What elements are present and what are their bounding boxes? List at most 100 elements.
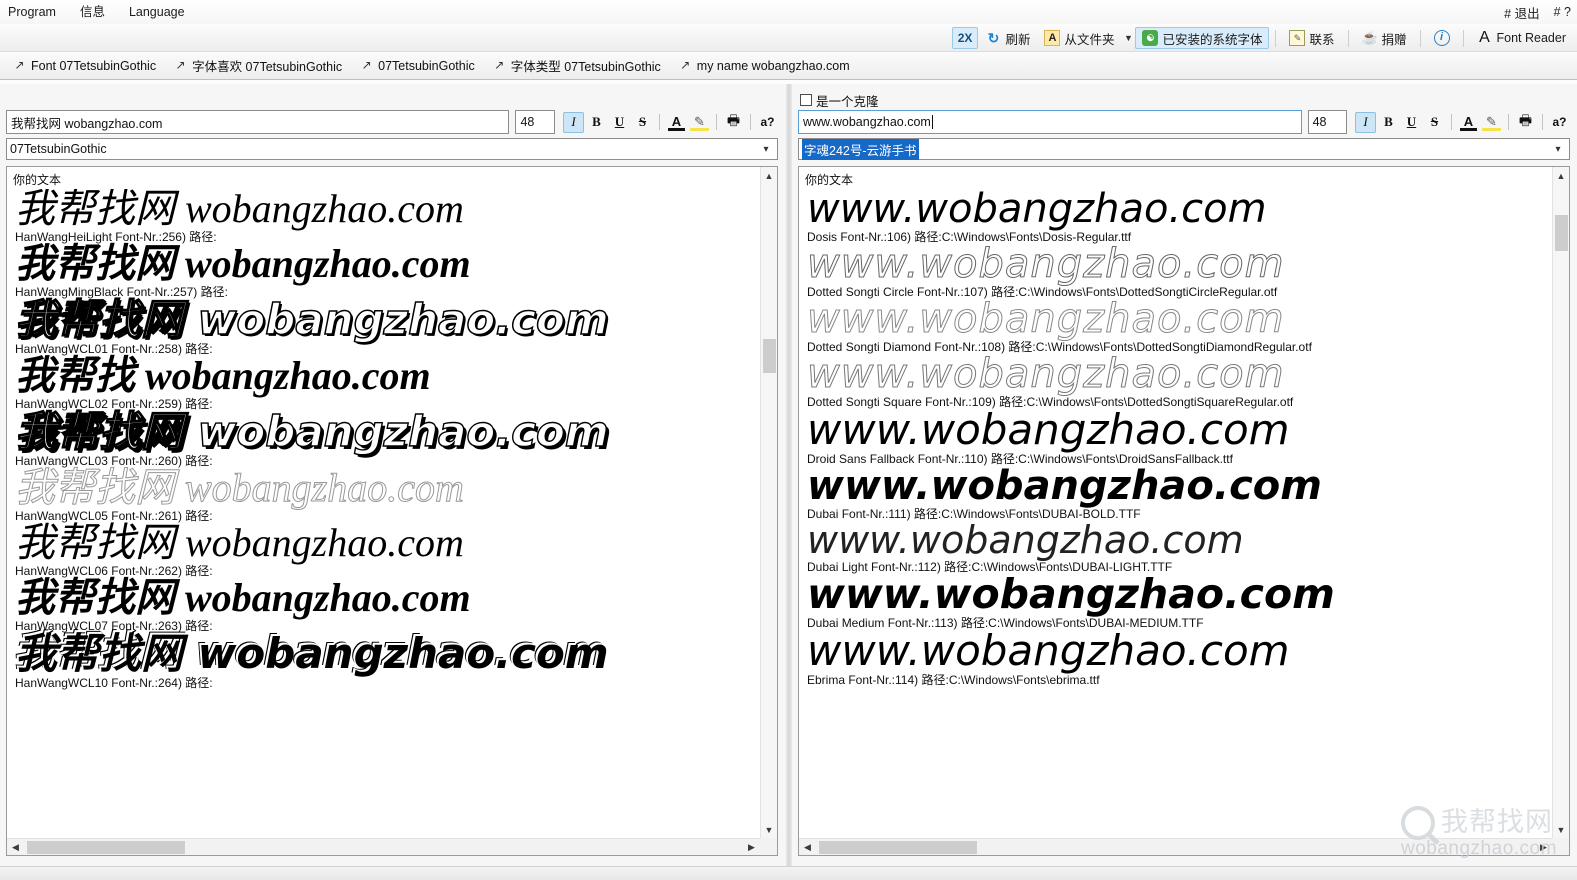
- right-list-horizontal-scrollbar[interactable]: ◀ ▶: [799, 838, 1552, 855]
- right-strikethrough-button[interactable]: S: [1424, 112, 1445, 133]
- tab-label: 字体类型 07TetsubinGothic: [510, 60, 661, 74]
- right-font-size-input[interactable]: 48: [1307, 110, 1347, 134]
- from-folder-button[interactable]: A 从文件夹: [1037, 27, 1121, 49]
- info-button[interactable]: i: [1427, 27, 1457, 49]
- list-item[interactable]: 我帮找网 wobangzhao.com HanWangWCL06 Font-Nr…: [7, 523, 760, 579]
- menu-item-program[interactable]: Program: [0, 2, 68, 22]
- clone-checkbox[interactable]: [800, 94, 812, 106]
- left-font-combo[interactable]: 07TetsubinGothic ▾: [6, 138, 778, 160]
- format-divider: [716, 114, 717, 130]
- tab-label: Font 07TetsubinGothic: [31, 58, 157, 73]
- zoom-2x-button[interactable]: 2X: [951, 27, 979, 49]
- right-vertical-scroll-thumb[interactable]: [1555, 215, 1568, 251]
- font-sample-text: www.wobangzhao.com: [807, 189, 1267, 232]
- right-print-button[interactable]: 🖶: [1515, 112, 1536, 133]
- tab-fonttype-07tetsubingothic[interactable]: ↗ 字体类型 07TetsubinGothic: [484, 53, 670, 79]
- tab-font-07tetsubingothic[interactable]: ↗ Font 07TetsubinGothic: [4, 53, 165, 79]
- left-font-size-value: 48: [520, 115, 535, 129]
- left-italic-button[interactable]: I: [563, 111, 584, 133]
- scroll-right-icon[interactable]: ▶: [743, 839, 760, 855]
- left-vertical-scroll-thumb[interactable]: [763, 339, 776, 373]
- left-about-font-button[interactable]: a?: [757, 112, 778, 133]
- chevron-down-icon[interactable]: ▾: [1550, 144, 1566, 155]
- list-item[interactable]: www.wobangzhao.com Dotted Songti Circle …: [799, 244, 1552, 300]
- list-item[interactable]: 我帮找网 wobangzhao.com HanWangMingBlack Fon…: [7, 244, 760, 300]
- right-font-color-button[interactable]: A: [1458, 112, 1479, 133]
- right-list-header: 你的文本: [799, 167, 1569, 189]
- right-sample-text-input[interactable]: www.wobangzhao.com: [798, 110, 1302, 134]
- right-highlight-color-button[interactable]: ✎: [1481, 112, 1502, 133]
- left-horizontal-scroll-thumb[interactable]: [27, 841, 185, 854]
- list-item[interactable]: 我帮找网 wobangzhao.com HanWangWCL07 Font-Nr…: [7, 578, 760, 634]
- menu-item-info[interactable]: 信息: [68, 2, 117, 22]
- left-font-size-input[interactable]: 48: [515, 110, 555, 134]
- chevron-down-icon[interactable]: ▾: [758, 144, 774, 155]
- right-list-body[interactable]: www.wobangzhao.com Dosis Font-Nr.:106) 路…: [799, 189, 1552, 838]
- list-item[interactable]: www.wobangzhao.com Dubai Medium Font-Nr.…: [799, 574, 1552, 631]
- left-highlight-color-button[interactable]: ✎: [689, 112, 710, 133]
- font-sample-text: 我帮找网 wobangzhao.com: [15, 465, 465, 510]
- contact-button[interactable]: ✎ 联系: [1282, 27, 1341, 49]
- list-item[interactable]: www.wobangzhao.com Dotted Songti Square …: [799, 354, 1552, 410]
- clone-checkbox-row[interactable]: 是一个克隆: [800, 90, 879, 110]
- menu-item-language[interactable]: Language: [117, 2, 197, 22]
- left-strikethrough-button[interactable]: S: [632, 112, 653, 133]
- installed-system-fonts-button[interactable]: ☯ 已安装的系统字体: [1135, 27, 1270, 49]
- coffee-cup-icon: ☕: [1361, 30, 1378, 45]
- left-list-body[interactable]: 我帮找网 wobangzhao.com HanWangHeiLight Font…: [7, 189, 760, 838]
- right-underline-button[interactable]: U: [1401, 112, 1422, 133]
- help-button[interactable]: # ?: [1554, 5, 1571, 19]
- left-scroll-corner: [760, 838, 777, 855]
- scroll-left-icon[interactable]: ◀: [799, 839, 816, 855]
- left-font-combo-value: 07TetsubinGothic: [10, 142, 107, 156]
- scroll-down-icon[interactable]: ▼: [761, 821, 777, 838]
- list-item[interactable]: 我帮找网 wobangzhao.com HanWangWCL03 Font-Nr…: [7, 410, 760, 468]
- left-list-vertical-scrollbar[interactable]: ▲ ▼: [760, 167, 777, 838]
- left-bold-button[interactable]: B: [586, 112, 607, 133]
- refresh-button[interactable]: ↻ 刷新: [978, 27, 1037, 49]
- scroll-right-icon[interactable]: ▶: [1535, 839, 1552, 855]
- font-tab-icon: ↗: [494, 58, 505, 72]
- right-list-vertical-scrollbar[interactable]: ▲ ▼: [1552, 167, 1569, 838]
- list-item[interactable]: www.wobangzhao.com Dosis Font-Nr.:106) 路…: [799, 189, 1552, 244]
- right-bold-button[interactable]: B: [1378, 112, 1399, 133]
- right-about-font-button[interactable]: a?: [1549, 112, 1570, 133]
- right-italic-button[interactable]: I: [1355, 111, 1376, 133]
- list-item[interactable]: 我帮找网 wobangzhao.com HanWangHeiLight Font…: [7, 189, 760, 244]
- menu-bar-right: # 退出 # ?: [1504, 0, 1571, 24]
- left-underline-button[interactable]: U: [609, 112, 630, 133]
- list-item[interactable]: 我帮找网 wobangzhao.com HanWangWCL01 Font-Nr…: [7, 295, 760, 356]
- installed-fonts-label: 已安装的系统字体: [1162, 32, 1263, 47]
- tab-07tetsubingothic[interactable]: ↗ 07TetsubinGothic: [351, 53, 484, 79]
- font-sample-text: 我帮找网 wobangzhao.com: [14, 295, 609, 344]
- list-item[interactable]: www.wobangzhao.com Dubai Font-Nr.:111) 路…: [799, 466, 1552, 521]
- tab-favorites-07tetsubingothic[interactable]: ↗ 字体喜欢 07TetsubinGothic: [165, 53, 351, 79]
- scroll-up-icon[interactable]: ▲: [1553, 167, 1569, 184]
- left-print-button[interactable]: 🖶: [723, 112, 744, 133]
- list-item[interactable]: www.wobangzhao.com Dubai Light Font-Nr.:…: [799, 521, 1552, 574]
- right-font-combo[interactable]: 字魂242号-云游手书 ▾: [798, 138, 1570, 160]
- left-format-toolbar: I B U S A ✎ 🖶 a?: [563, 111, 778, 133]
- right-horizontal-scroll-thumb[interactable]: [819, 841, 977, 854]
- scroll-down-icon[interactable]: ▼: [1553, 821, 1569, 838]
- left-sample-text-input[interactable]: 我帮找网 wobangzhao.com: [6, 110, 510, 134]
- list-item[interactable]: www.wobangzhao.com Ebrima Font-Nr.:114) …: [799, 626, 1552, 688]
- font-reader-window: Program 信息 Language # 退出 # ? 2X ↻ 刷新 A 从…: [0, 0, 1577, 880]
- scroll-up-icon[interactable]: ▲: [761, 167, 777, 184]
- list-item[interactable]: 我帮找网 wobangzhao.com HanWangWCL05 Font-Nr…: [7, 465, 760, 523]
- donate-label: 捐赠: [1381, 32, 1407, 47]
- list-item[interactable]: www.wobangzhao.com Dotted Songti Diamond…: [799, 299, 1552, 355]
- list-item[interactable]: 我帮找网 wobangzhao.com HanWangWCL10 Font-Nr…: [7, 633, 760, 691]
- right-sample-text-value: www.wobangzhao.com: [803, 115, 931, 129]
- left-font-color-button[interactable]: A: [666, 112, 687, 133]
- scroll-left-icon[interactable]: ◀: [7, 839, 24, 855]
- menu-bar: Program 信息 Language # 退出 # ?: [0, 0, 1577, 24]
- left-list-horizontal-scrollbar[interactable]: ◀ ▶: [7, 838, 760, 855]
- chevron-down-icon[interactable]: ▼: [1121, 27, 1135, 49]
- donate-button[interactable]: ☕ 捐赠: [1355, 27, 1414, 49]
- list-item[interactable]: www.wobangzhao.com Droid Sans Fallback F…: [799, 409, 1552, 467]
- list-item[interactable]: 我帮找 wobangzhao.com HanWangWCL02 Font-Nr.…: [7, 356, 760, 412]
- font-sample-text: www.wobangzhao.com: [807, 626, 1290, 675]
- tab-my-name[interactable]: ↗ my name wobangzhao.com: [670, 53, 859, 79]
- exit-button[interactable]: # 退出: [1504, 3, 1539, 22]
